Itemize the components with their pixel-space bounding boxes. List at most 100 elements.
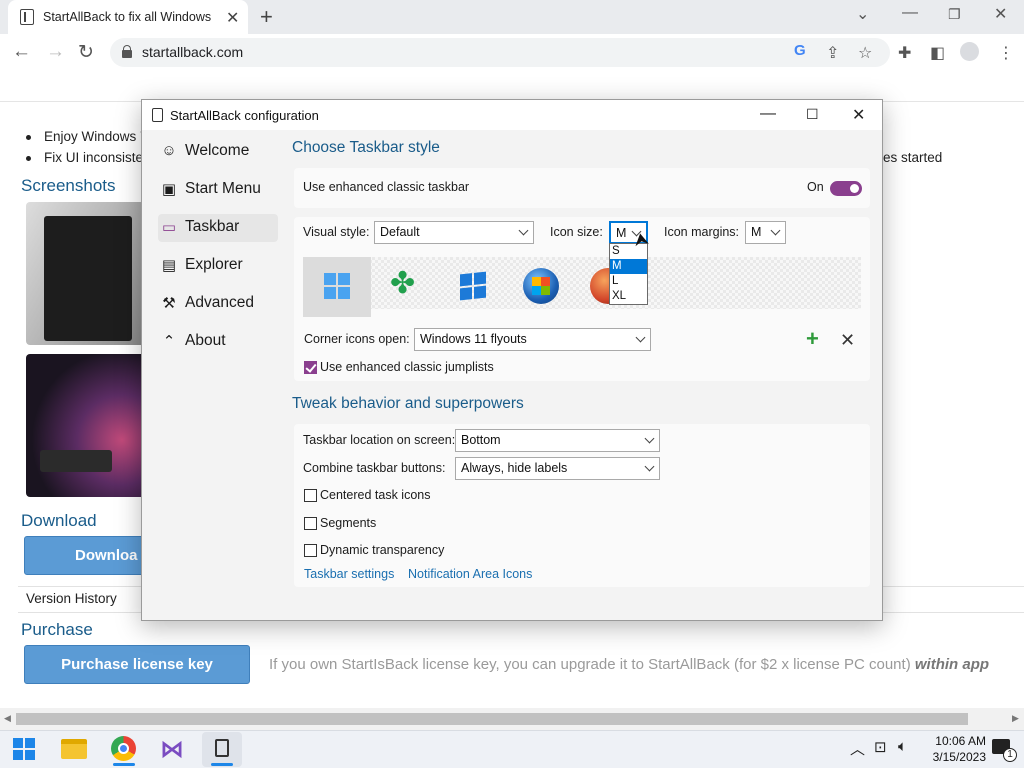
minimize-icon[interactable]: —: [902, 4, 918, 22]
location-select[interactable]: Bottom: [455, 429, 660, 452]
active-app-indicator: [113, 763, 135, 766]
chrome-icon[interactable]: [111, 736, 136, 761]
purchase-note-text: If you own StartIsBack license key, you …: [269, 656, 911, 673]
sidebar-item-label: Taskbar: [185, 218, 240, 235]
location-value: Bottom: [461, 433, 501, 447]
dropdown-option-m[interactable]: M: [610, 259, 647, 274]
scrollbar-thumb[interactable]: [16, 713, 968, 725]
about-icon: ⌃: [162, 333, 176, 350]
sidebar-item-welcome[interactable]: ☺ Welcome: [158, 138, 278, 166]
dropdown-option-l[interactable]: L: [610, 274, 647, 289]
sidebar-item-start-menu[interactable]: ▣ Start Menu: [158, 176, 278, 204]
visual-style-label: Visual style:: [303, 225, 370, 239]
lock-icon[interactable]: [122, 45, 132, 58]
segments-checkbox[interactable]: [304, 517, 317, 530]
notification-area-icons-link[interactable]: Notification Area Icons: [408, 567, 532, 581]
location-label: Taskbar location on screen:: [303, 433, 456, 447]
taskbar-style-preview: [303, 257, 861, 309]
scroll-right-icon[interactable]: ▶: [1012, 713, 1019, 724]
purchase-license-button[interactable]: Purchase license key: [24, 645, 250, 684]
version-history-link[interactable]: Version History: [26, 591, 117, 606]
menu-kebab-icon[interactable]: ⋮: [998, 43, 1014, 63]
windows-start-icon[interactable]: [13, 738, 35, 760]
tab-search-chevron-icon[interactable]: ⌄: [856, 4, 869, 24]
bullet-dot: [26, 135, 31, 140]
profile-avatar-icon[interactable]: [960, 42, 979, 61]
extensions-puzzle-icon[interactable]: ✚: [898, 43, 911, 63]
chevron-down-icon: [635, 332, 646, 343]
startallback-taskbar-button[interactable]: [202, 732, 242, 767]
wrench-icon: ⚒: [162, 295, 176, 312]
startallback-app-icon: [215, 739, 229, 757]
notification-preview: [40, 450, 112, 472]
style-windows8-icon[interactable]: [460, 271, 486, 301]
network-icon[interactable]: ⊡: [874, 738, 887, 756]
startallback-app-icon: [152, 108, 163, 122]
sidebar-item-label: Advanced: [185, 294, 254, 311]
style-windows10-clover-icon[interactable]: ✤: [390, 267, 415, 301]
google-lens-icon[interactable]: G: [794, 42, 806, 59]
dialog-maximize-icon[interactable]: ☐: [806, 106, 819, 123]
icon-margins-label: Icon margins:: [664, 225, 740, 239]
scroll-left-icon[interactable]: ◀: [4, 713, 11, 724]
sidebar-item-about[interactable]: ⌃ About: [158, 328, 278, 356]
remove-icon[interactable]: ✕: [840, 328, 855, 352]
screenshot-thumbnail[interactable]: [26, 354, 146, 497]
dropdown-option-xl[interactable]: XL: [610, 289, 647, 304]
chevron-down-icon: [770, 225, 781, 236]
startallback-favicon-icon: [20, 9, 34, 25]
dialog-close-icon[interactable]: ✕: [852, 105, 865, 125]
visual-studio-icon[interactable]: ⋈: [160, 735, 184, 764]
combine-value: Always, hide labels: [461, 461, 568, 475]
reload-icon[interactable]: ↻: [78, 41, 94, 64]
visual-style-select[interactable]: Default: [374, 221, 534, 244]
style-windows11-icon[interactable]: [324, 273, 350, 299]
address-bar[interactable]: startallback.com: [110, 38, 890, 67]
visual-style-value: Default: [380, 225, 420, 239]
file-explorer-icon[interactable]: [61, 739, 87, 759]
sidebar-item-label: Start Menu: [185, 180, 261, 197]
browser-tab[interactable]: StartAllBack to fix all Windows 11 ✕: [8, 0, 248, 34]
back-icon[interactable]: ←: [12, 41, 31, 63]
corner-icons-value: Windows 11 flyouts: [420, 332, 527, 346]
centered-icons-checkbox[interactable]: [304, 489, 317, 502]
new-tab-icon[interactable]: +: [260, 4, 273, 30]
sidebar-item-explorer[interactable]: ▤ Explorer: [158, 252, 278, 280]
show-hidden-icons-chevron-icon[interactable]: ︿: [850, 738, 865, 759]
combine-select[interactable]: Always, hide labels: [455, 457, 660, 480]
smile-icon: ☺: [161, 142, 177, 159]
style-windows7-orb-icon[interactable]: [523, 268, 559, 304]
windows-taskbar: [0, 730, 1024, 768]
sidebar-item-label: About: [185, 332, 226, 349]
icon-size-label: Icon size:: [550, 225, 603, 239]
taskbar-settings-link[interactable]: Taskbar settings: [304, 567, 394, 581]
sidebar-item-advanced[interactable]: ⚒ Advanced: [158, 290, 278, 318]
icon-size-dropdown-list[interactable]: S M L XL: [609, 243, 648, 305]
screenshots-heading: Screenshots: [21, 176, 116, 195]
screenshot-thumbnail[interactable]: [26, 202, 146, 345]
side-panel-icon[interactable]: ◧: [930, 43, 945, 63]
close-tab-icon[interactable]: ✕: [226, 8, 239, 28]
icon-margins-select[interactable]: M: [745, 221, 786, 244]
sidebar-item-taskbar[interactable]: ▭ Taskbar: [158, 214, 278, 242]
dialog-titlebar[interactable]: StartAllBack configuration — ☐ ✕: [142, 100, 882, 130]
dynamic-transparency-label: Dynamic transparency: [320, 543, 445, 557]
restore-icon[interactable]: ❐: [948, 6, 961, 23]
browser-tab-title: StartAllBack to fix all Windows 11: [43, 10, 215, 24]
share-icon[interactable]: ⇪: [826, 43, 839, 63]
add-icon[interactable]: +: [806, 326, 819, 352]
centered-icons-label: Centered task icons: [320, 488, 431, 502]
corner-icons-select[interactable]: Windows 11 flyouts: [414, 328, 651, 351]
forward-icon[interactable]: →: [46, 41, 65, 63]
system-clock[interactable]: 10:06 AM 3/15/2023: [918, 733, 986, 765]
jumplists-checkbox[interactable]: [304, 361, 317, 374]
volume-icon[interactable]: 🔈︎: [898, 738, 907, 755]
enhanced-taskbar-toggle[interactable]: [830, 181, 862, 196]
start-menu-icon: ▣: [161, 181, 177, 198]
close-window-icon[interactable]: ✕: [994, 4, 1007, 24]
purchase-heading: Purchase: [21, 620, 93, 639]
dialog-minimize-icon[interactable]: —: [760, 105, 776, 123]
chevron-down-icon: [518, 225, 529, 236]
dynamic-transparency-checkbox[interactable]: [304, 544, 317, 557]
bookmark-star-icon[interactable]: ☆: [858, 43, 872, 63]
